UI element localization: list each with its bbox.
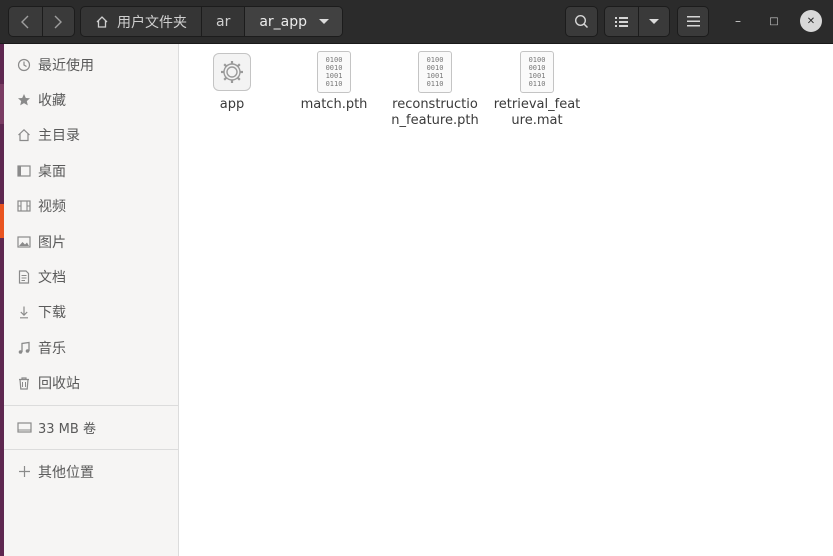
binary-file-icon: 0100 0010 1001 0110 <box>520 51 554 93</box>
clock-icon <box>16 57 32 73</box>
sidebar-item-label: 收藏 <box>38 93 66 110</box>
sidebar-item-label: 回收站 <box>38 376 80 393</box>
star-icon <box>16 92 32 108</box>
sidebar-item-label: 视频 <box>38 199 66 216</box>
file-name: reconstruction_feature.pth <box>391 97 479 128</box>
sidebar-item-trash[interactable]: 回收站 <box>4 366 178 401</box>
sidebar-item-documents[interactable]: 文档 <box>4 259 178 294</box>
file-name: app <box>219 97 245 112</box>
sidebar: 最近使用 收藏 主目录 桌面 视频 图片 文档 下载 音乐 回收站 33 MB … <box>4 44 179 556</box>
minimize-icon: – <box>735 14 741 28</box>
view-dropdown-button[interactable] <box>637 7 669 36</box>
breadcrumb: 用户文件夹 ar ar_app <box>80 6 343 37</box>
file-name: match.pth <box>300 97 368 112</box>
breadcrumb-home[interactable]: 用户文件夹 <box>81 7 201 36</box>
download-icon <box>16 304 32 320</box>
sidebar-item-label: 桌面 <box>38 163 66 180</box>
home-icon <box>16 127 32 143</box>
sidebar-item-volume[interactable]: 33 MB 卷 <box>4 410 178 445</box>
header-bar: 用户文件夹 ar ar_app – □ ✕ <box>0 0 833 44</box>
sidebar-item-home[interactable]: 主目录 <box>4 118 178 153</box>
file-name: retrieval_feature.mat <box>493 97 581 128</box>
file-item-reconstruction-feature-pth[interactable]: 0100 0010 1001 0110 reconstruction_featu… <box>391 50 479 129</box>
close-icon: ✕ <box>806 15 816 27</box>
sidebar-item-label: 音乐 <box>38 340 66 357</box>
binary-file-icon: 0100 0010 1001 0110 <box>418 51 452 93</box>
close-button[interactable]: ✕ <box>800 10 822 32</box>
file-item-match-pth[interactable]: 0100 0010 1001 0110 match.pth <box>290 50 378 113</box>
binary-file-icon: 0100 0010 1001 0110 <box>317 51 351 93</box>
list-view-icon <box>614 16 628 27</box>
sidebar-item-pictures[interactable]: 图片 <box>4 224 178 259</box>
chevron-left-icon <box>21 15 29 28</box>
chevron-down-icon <box>319 19 330 24</box>
image-icon <box>16 234 32 250</box>
maximize-button[interactable]: □ <box>763 10 785 32</box>
minimize-button[interactable]: – <box>727 10 749 32</box>
sidebar-item-recent[interactable]: 最近使用 <box>4 47 178 82</box>
hamburger-menu-icon <box>686 16 700 27</box>
sidebar-item-starred[interactable]: 收藏 <box>4 82 178 117</box>
breadcrumb-label: 用户文件夹 <box>117 14 187 31</box>
file-item-app[interactable]: app <box>188 50 276 113</box>
document-icon <box>16 269 32 285</box>
film-icon <box>16 198 32 214</box>
breadcrumb-ar-app[interactable]: ar_app <box>244 7 342 36</box>
menu-button[interactable] <box>677 6 709 37</box>
search-icon <box>574 14 589 29</box>
view-options <box>604 6 670 37</box>
desktop-icon <box>16 163 32 179</box>
chevron-down-icon <box>648 19 659 24</box>
back-button[interactable] <box>9 7 42 36</box>
list-view-button[interactable] <box>605 7 638 36</box>
sidebar-item-music[interactable]: 音乐 <box>4 330 178 365</box>
drive-icon <box>16 420 32 436</box>
breadcrumb-label: ar_app <box>259 13 308 30</box>
search-button[interactable] <box>565 6 598 37</box>
sidebar-item-desktop[interactable]: 桌面 <box>4 153 178 188</box>
sidebar-item-downloads[interactable]: 下载 <box>4 295 178 330</box>
sidebar-separator <box>4 449 178 451</box>
sidebar-item-label: 主目录 <box>38 128 80 145</box>
forward-button[interactable] <box>41 7 75 36</box>
sidebar-item-label: 33 MB 卷 <box>38 422 96 438</box>
file-view[interactable]: app 0100 0010 1001 0110 match.pth 0100 0… <box>179 44 833 556</box>
home-icon <box>96 15 108 28</box>
sidebar-item-videos[interactable]: 视频 <box>4 189 178 224</box>
sidebar-item-label: 其他位置 <box>38 464 94 481</box>
sidebar-item-label: 图片 <box>38 234 66 251</box>
maximize-icon: □ <box>769 15 779 27</box>
breadcrumb-ar[interactable]: ar <box>201 7 244 36</box>
navigation-buttons <box>8 6 75 37</box>
sidebar-item-other-locations[interactable]: 其他位置 <box>4 454 178 489</box>
sidebar-item-label: 下载 <box>38 305 66 322</box>
chevron-right-icon <box>54 15 63 28</box>
sidebar-item-label: 文档 <box>38 270 66 287</box>
trash-icon <box>16 375 32 391</box>
breadcrumb-label: ar <box>216 13 231 30</box>
plus-icon <box>16 464 32 480</box>
sidebar-separator <box>4 404 178 406</box>
music-icon <box>16 340 32 356</box>
sidebar-item-label: 最近使用 <box>38 57 94 74</box>
executable-gear-icon <box>213 53 251 91</box>
file-item-retrieval-feature-mat[interactable]: 0100 0010 1001 0110 retrieval_feature.ma… <box>493 50 581 129</box>
